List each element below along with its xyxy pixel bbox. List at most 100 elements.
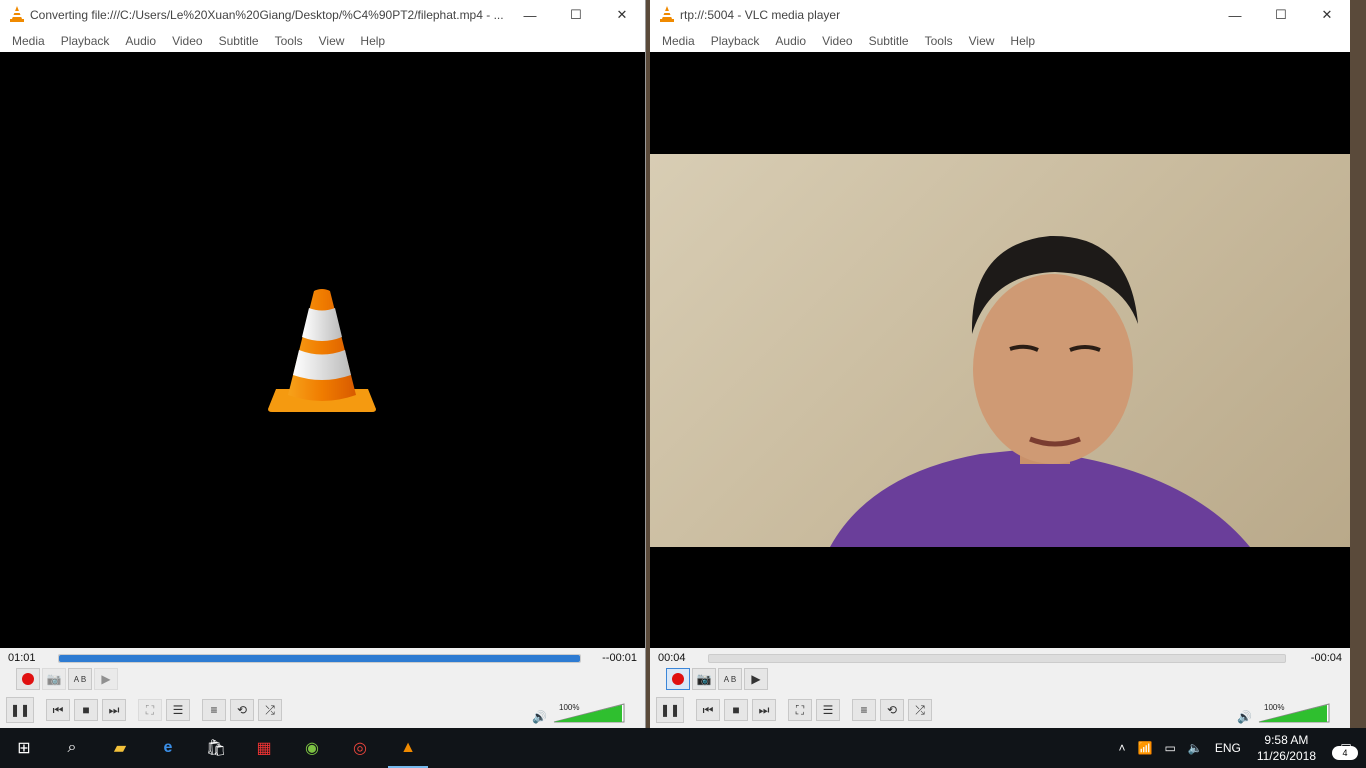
action-center-button[interactable]: ▤ 4 [1326, 728, 1366, 768]
menu-video[interactable]: Video [814, 34, 860, 48]
volume-control[interactable]: 🔊 100% [532, 700, 627, 724]
menu-help[interactable]: Help [352, 34, 393, 48]
extended-settings-button[interactable]: ☰ [816, 699, 840, 721]
volume-control[interactable]: 🔊 100% [1237, 700, 1332, 724]
menu-help[interactable]: Help [1002, 34, 1043, 48]
playlist-button[interactable]: ≡ [852, 699, 876, 721]
battery-icon[interactable]: ▭ [1159, 741, 1182, 755]
edge-icon: e [163, 739, 173, 756]
playlist-button[interactable]: ≡ [202, 699, 226, 721]
folder-icon: ▰ [113, 740, 127, 757]
menu-subtitle[interactable]: Subtitle [861, 34, 917, 48]
stop-button[interactable]: ■ [724, 699, 748, 721]
time-remaining[interactable]: -00:04 [1292, 652, 1350, 664]
snapshot-button[interactable]: 📷 [42, 668, 66, 690]
menu-playback[interactable]: Playback [53, 34, 118, 48]
random-button[interactable]: ⤮ [908, 699, 932, 721]
menu-view[interactable]: View [311, 34, 353, 48]
stop-button[interactable]: ■ [74, 699, 98, 721]
previous-icon: ⏮ [702, 702, 714, 717]
ab-loop-button[interactable]: A B [68, 668, 92, 690]
random-button[interactable]: ⤮ [258, 699, 282, 721]
frame-step-button[interactable]: ▶ [94, 668, 118, 690]
speaker-icon[interactable]: 🔊 [1237, 710, 1252, 724]
network-icon[interactable]: 📶 [1132, 741, 1159, 755]
close-button[interactable]: ✕ [1304, 0, 1350, 30]
next-button[interactable]: ⏭ [752, 699, 776, 721]
menu-subtitle[interactable]: Subtitle [211, 34, 267, 48]
fullscreen-button[interactable]: ⛶ [788, 699, 812, 721]
equalizer-icon: ☰ [822, 703, 834, 717]
menu-video[interactable]: Video [164, 34, 210, 48]
main-controls: ❚❚ ⏮ ■ ⏭ ⛶ ☰ ≡ ⟲ ⤮ [6, 696, 282, 724]
system-tray: ˄ 📶 ▭ 🔈 ENG 9:58 AM 11/26/2018 ▤ 4 [1113, 728, 1366, 768]
previous-button[interactable]: ⏮ [46, 699, 70, 721]
taskbar-vlc[interactable]: ▲ [384, 728, 432, 768]
chevron-up-icon[interactable]: ˄ [1113, 741, 1132, 755]
loop-button[interactable]: ⟲ [880, 699, 904, 721]
search-button[interactable]: ⌕ [48, 728, 96, 768]
volume-slider[interactable] [1257, 702, 1332, 724]
pause-button[interactable]: ❚❚ [6, 697, 34, 723]
next-button[interactable]: ⏭ [102, 699, 126, 721]
taskbar-app-1[interactable]: ▦ [240, 728, 288, 768]
frame-step-button[interactable]: ▶ [744, 668, 768, 690]
previous-button[interactable]: ⏮ [696, 699, 720, 721]
title-bar[interactable]: rtp://:5004 - VLC media player — ☐ ✕ [650, 0, 1350, 30]
speaker-icon[interactable]: 🔊 [532, 710, 547, 724]
close-button[interactable]: ✕ [599, 0, 645, 30]
vlc-cone-icon: ▲ [400, 739, 416, 756]
webcam-video-frame [650, 154, 1350, 547]
menu-audio[interactable]: Audio [117, 34, 164, 48]
time-elapsed[interactable]: 01:01 [0, 652, 52, 664]
record-button[interactable] [16, 668, 40, 690]
menu-playback[interactable]: Playback [703, 34, 768, 48]
volume-icon[interactable]: 🔈 [1182, 741, 1209, 755]
stop-icon: ■ [82, 703, 90, 717]
stop-icon: ■ [732, 703, 740, 717]
time-elapsed[interactable]: 00:04 [650, 652, 702, 664]
maximize-button[interactable]: ☐ [553, 0, 599, 30]
record-button[interactable] [666, 668, 690, 690]
taskbar-edge[interactable]: e [144, 728, 192, 768]
taskbar-app-2[interactable]: ◉ [288, 728, 336, 768]
maximize-button[interactable]: ☐ [1258, 0, 1304, 30]
start-button[interactable]: ⊞ [0, 728, 48, 768]
seek-row: 01:01 --00:01 [0, 648, 645, 668]
title-bar[interactable]: Converting file:///C:/Users/Le%20Xuan%20… [0, 0, 645, 30]
fullscreen-button[interactable]: ⛶ [138, 699, 162, 721]
volume-slider[interactable] [552, 702, 627, 724]
menu-media[interactable]: Media [654, 34, 703, 48]
extended-settings-button[interactable]: ☰ [166, 699, 190, 721]
menu-tools[interactable]: Tools [917, 34, 961, 48]
snapshot-button[interactable]: 📷 [692, 668, 716, 690]
menu-view[interactable]: View [961, 34, 1003, 48]
time-remaining[interactable]: --00:01 [587, 652, 645, 664]
store-icon: 🛍 [205, 740, 227, 757]
taskbar-file-explorer[interactable]: ▰ [96, 728, 144, 768]
next-icon: ⏭ [108, 702, 120, 717]
seek-bar[interactable] [58, 653, 581, 663]
pause-button[interactable]: ❚❚ [656, 697, 684, 723]
minimize-button[interactable]: — [1212, 0, 1258, 30]
menu-tools[interactable]: Tools [267, 34, 311, 48]
seek-bar[interactable] [708, 653, 1286, 663]
taskbar-store[interactable]: 🛍 [192, 728, 240, 768]
video-area[interactable] [0, 52, 645, 648]
ab-loop-icon: A B [723, 674, 737, 684]
language-indicator[interactable]: ENG [1209, 741, 1247, 755]
video-area[interactable] [650, 52, 1350, 648]
record-icon [672, 673, 684, 685]
vlc-cone-icon [660, 5, 674, 25]
menu-media[interactable]: Media [4, 34, 53, 48]
equalizer-icon: ☰ [172, 703, 184, 717]
fullscreen-icon: ⛶ [145, 702, 155, 717]
minimize-button[interactable]: — [507, 0, 553, 30]
frame-step-icon: ▶ [751, 672, 761, 686]
ab-loop-button[interactable]: A B [718, 668, 742, 690]
menu-audio[interactable]: Audio [767, 34, 814, 48]
menu-bar: Media Playback Audio Video Subtitle Tool… [0, 30, 645, 52]
loop-button[interactable]: ⟲ [230, 699, 254, 721]
taskbar-chrome[interactable]: ◎ [336, 728, 384, 768]
clock[interactable]: 9:58 AM 11/26/2018 [1247, 732, 1326, 764]
